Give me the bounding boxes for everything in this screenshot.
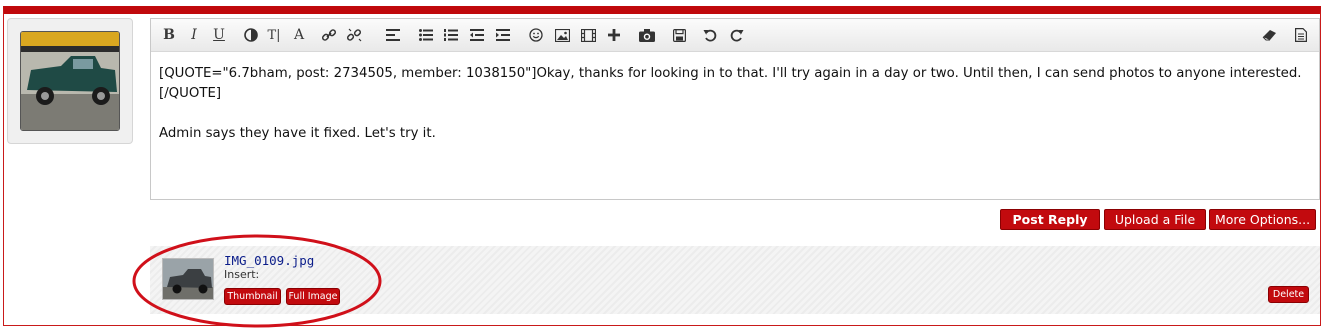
- annotation-circle: [132, 234, 382, 328]
